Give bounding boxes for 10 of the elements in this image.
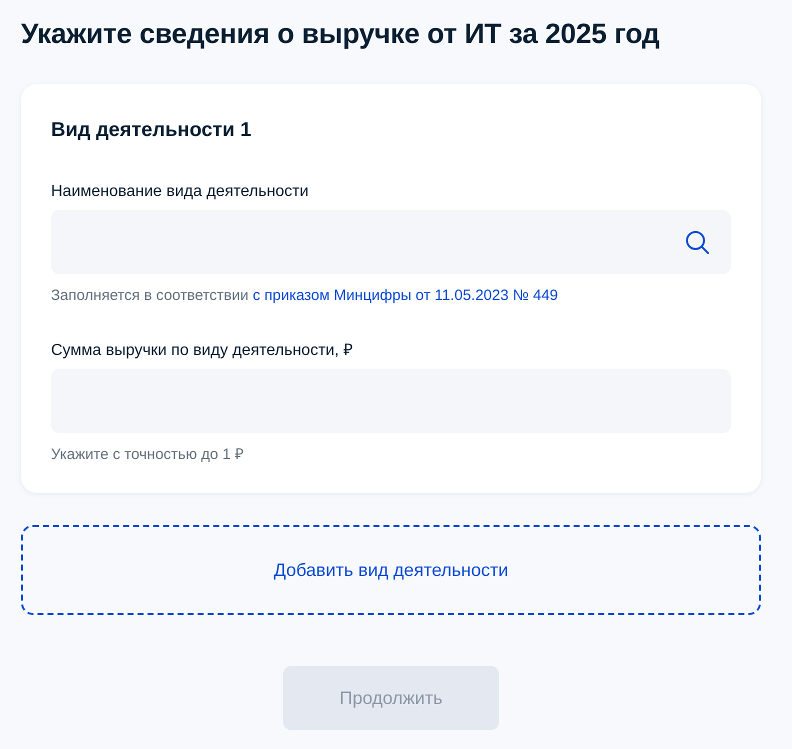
field-hint: Заполняется в соответствии с приказом Минцифры от 11.05.2023 № 449 bbox=[51, 286, 560, 306]
field-label: Сумма выручки по виду деятельности, ₽ bbox=[51, 341, 354, 361]
page-title: Укажите сведения о выручке от ИТ за 2025 год bbox=[21, 17, 660, 51]
section-heading: Вид деятельности 1 bbox=[51, 118, 252, 143]
field-label: Наименование вида деятельности bbox=[51, 182, 310, 202]
add-activity-button[interactable]: Добавить вид деятельности bbox=[21, 525, 761, 615]
search-field[interactable] bbox=[51, 210, 731, 274]
search-icon[interactable] bbox=[685, 230, 709, 254]
field-hint: Укажите с точностью до 1 ₽ bbox=[51, 445, 245, 465]
order-link[interactable]: с приказом Минцифры от 11.05.2023 № 449 bbox=[252, 287, 558, 304]
